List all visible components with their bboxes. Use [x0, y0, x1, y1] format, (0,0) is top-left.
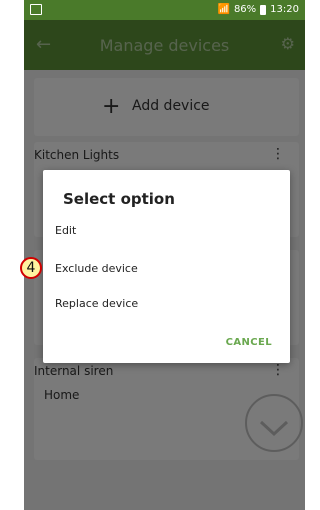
select-option-dialog: Select option Edit Exclude device Replac…	[43, 170, 290, 363]
dialog-title: Select option	[63, 190, 175, 208]
battery-icon	[260, 4, 267, 15]
clock: 13:20	[270, 4, 299, 15]
status-bar: 📶 86% 13:20	[24, 0, 305, 20]
cancel-button[interactable]: CANCEL	[226, 337, 272, 348]
step-marker: 4	[20, 257, 42, 279]
option-replace-device[interactable]: Replace device	[55, 297, 138, 310]
battery-percent: 86%	[233, 4, 257, 15]
status-right: 📶 86% 13:20	[217, 4, 299, 15]
option-edit[interactable]: Edit	[55, 224, 76, 237]
gallery-icon	[30, 4, 42, 15]
option-exclude-device[interactable]: Exclude device	[55, 262, 138, 275]
device-screen: 📶 86% 13:20 ← Manage devices ⚙ + Add dev…	[24, 0, 305, 510]
signal-icon: 📶	[217, 4, 230, 15]
